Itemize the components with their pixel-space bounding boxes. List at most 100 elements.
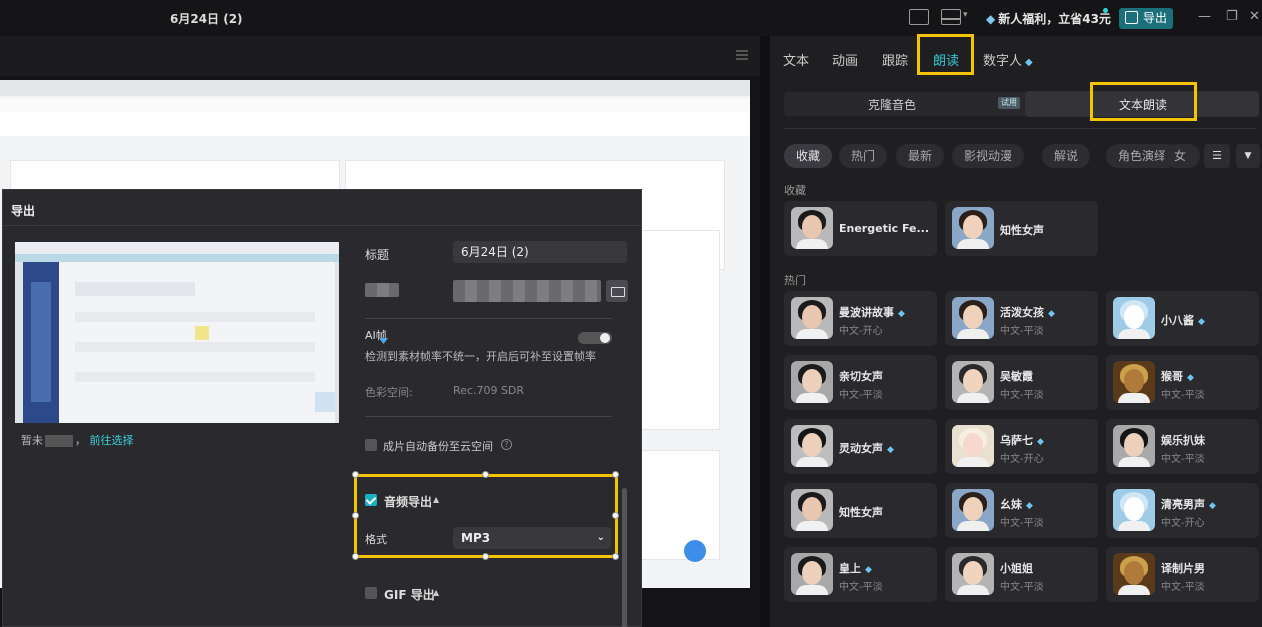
preview-urlbar [0,98,750,112]
voice-name: 吴敏霞 [1000,370,1033,383]
diamond-icon: ◆ [1198,317,1205,327]
export-dialog: 导出 暂未， 前往选择 标题 6月24日 (2) AI帧 检测到素材帧率不统一，… [2,189,642,627]
filter-icon[interactable]: ☰ [1204,144,1230,168]
voice-avatar [1113,553,1155,595]
layout-dropdown-icon[interactable]: ▾ [963,10,968,20]
choose-cover-link[interactable]: 前往选择 [90,434,134,447]
voice-avatar [791,297,833,339]
segment-clone-voice[interactable]: 克隆音色 [868,96,916,113]
voice-desc: 中文-平淡 [839,390,883,401]
voice-name: 小八酱 ◆ [1161,314,1205,327]
color-space-value: Rec.709 SDR [453,384,525,397]
color-space-label: 色彩空间: [365,386,413,399]
tab-tracking[interactable]: 跟踪 [882,50,908,69]
notification-dot [1103,8,1108,13]
chip-new[interactable]: 最新 [896,144,945,168]
hot-voice-card[interactable]: 译制片男 中文-平淡 [1106,547,1259,602]
cloud-backup-checkbox[interactable] [365,439,377,451]
title-label: 标题 [365,248,390,262]
chip-hot[interactable]: 热门 [839,144,888,168]
diamond-icon: ◆ [986,12,996,26]
voice-desc: 中文-开心 [1000,454,1044,465]
hot-voice-card[interactable]: 小八酱 ◆ [1106,291,1259,346]
voice-name: 活泼女孩 ◆ [1000,306,1055,319]
voice-name: 娱乐扒妹 [1161,434,1205,447]
voice-name: 幺妹 ◆ [1000,498,1033,511]
voice-desc: 中文-平淡 [1000,390,1044,401]
hot-voice-card[interactable]: 活泼女孩 ◆ 中文-平淡 [945,291,1098,346]
chip-favorites[interactable]: 收藏 [784,144,833,168]
hot-voice-card[interactable]: 亲切女声中文-平淡 [784,355,937,410]
hot-voice-card[interactable]: 灵动女声 ◆ [784,419,937,474]
dialog-title: 导出 [11,204,36,218]
help-icon[interactable]: ? [501,439,512,450]
favorite-voice-card[interactable]: 知性女声 [945,201,1098,256]
promo-banner[interactable]: ◆ 新人福利，立省43元 [986,10,1111,27]
tab-digital-human[interactable]: 数字人 ◆ [983,50,1033,69]
export-path-input[interactable] [453,280,601,302]
preview-header [0,36,760,76]
hot-voice-card[interactable]: 吴敏霞中文-平淡 [945,355,1098,410]
diamond-icon: ◆ [898,309,905,319]
masked-label [365,283,399,297]
layout-icon[interactable] [941,9,961,25]
chip-female[interactable]: 女声 [1164,144,1200,168]
voice-desc: 中文-平淡 [1161,390,1205,401]
hot-voice-card[interactable]: 乌萨七 ◆ 中文-开心 [945,419,1098,474]
voice-avatar [952,489,994,531]
tab-text[interactable]: 文本 [783,50,809,69]
voice-name: 清亮男声 ◆ [1161,498,1216,511]
folder-icon[interactable] [606,280,628,302]
hot-voice-card[interactable]: 幺妹 ◆ 中文-平淡 [945,483,1098,538]
export-button-label: 导出 [1143,11,1168,25]
export-button[interactable]: 导出 [1119,8,1173,29]
dialog-scrollbar[interactable] [622,488,627,627]
hot-voice-card[interactable]: 知性女声 [784,483,937,538]
favorite-voice-card[interactable]: Energetic Fe... [784,201,937,256]
diamond-icon: ◆ [1048,309,1055,319]
tab-animation[interactable]: 动画 [832,50,858,69]
voice-avatar [952,425,994,467]
hot-voice-card[interactable]: 清亮男声 ◆ 中文-开心 [1106,483,1259,538]
preview-menu-icon[interactable] [736,50,748,60]
minimize-icon[interactable]: — [1198,9,1211,24]
favorites-section-label: 收藏 [784,184,806,197]
maximize-icon[interactable]: ❐ [1226,9,1238,24]
collapse-icon[interactable]: ▲ [433,495,439,504]
hot-voice-card[interactable]: 曼波讲故事 ◆ 中文-开心 [784,291,937,346]
voice-avatar [952,553,994,595]
hot-section-label: 热门 [784,274,806,287]
voice-desc: 中文-平淡 [839,582,883,593]
chip-commentary[interactable]: 解说 [1042,144,1091,168]
chevron-down-icon: ⌄ [596,532,605,543]
audio-export-checkbox[interactable] [365,494,377,506]
hot-voice-card[interactable]: 小姐姐中文-平淡 [945,547,1098,602]
gif-export-label[interactable]: GIF 导出 [384,586,435,603]
hot-voice-card[interactable]: 娱乐扒妹 中文-平淡 [1106,419,1259,474]
format-select[interactable]: MP3 ⌄ [453,527,611,549]
chevron-down-icon[interactable]: ▼ [1236,144,1260,168]
close-icon[interactable]: ✕ [1249,9,1260,24]
voice-avatar [791,425,833,467]
chip-film-anime[interactable]: 影视动漫 [952,144,1025,168]
trial-badge: 试用 [998,97,1020,109]
voice-avatar [791,553,833,595]
ai-frame-toggle[interactable] [578,332,612,344]
audio-export-label[interactable]: 音频导出 [384,493,432,510]
voice-name: 亲切女声 [839,370,883,383]
voice-avatar [1113,297,1155,339]
gif-export-checkbox[interactable] [365,587,377,599]
shortcut-keyboard-icon[interactable] [909,9,929,25]
project-title: 6月24日 (2) [170,12,243,26]
expand-icon[interactable]: ▲ [433,588,439,597]
voice-name: Energetic Fe... [839,222,930,235]
voice-desc: 中文-平淡 [1000,582,1044,593]
hot-voice-card[interactable]: 猴哥 ◆ 中文-平淡 [1106,355,1259,410]
segment-highlight-box [1090,82,1197,121]
diamond-icon: ◆ [1187,373,1194,383]
export-icon [1125,11,1138,24]
hot-voice-card[interactable]: 皇上 ◆ 中文-平淡 [784,547,937,602]
title-input[interactable]: 6月24日 (2) [453,241,627,263]
voice-name: 小姐姐 [1000,562,1033,575]
diamond-icon: ◆ [865,565,872,575]
